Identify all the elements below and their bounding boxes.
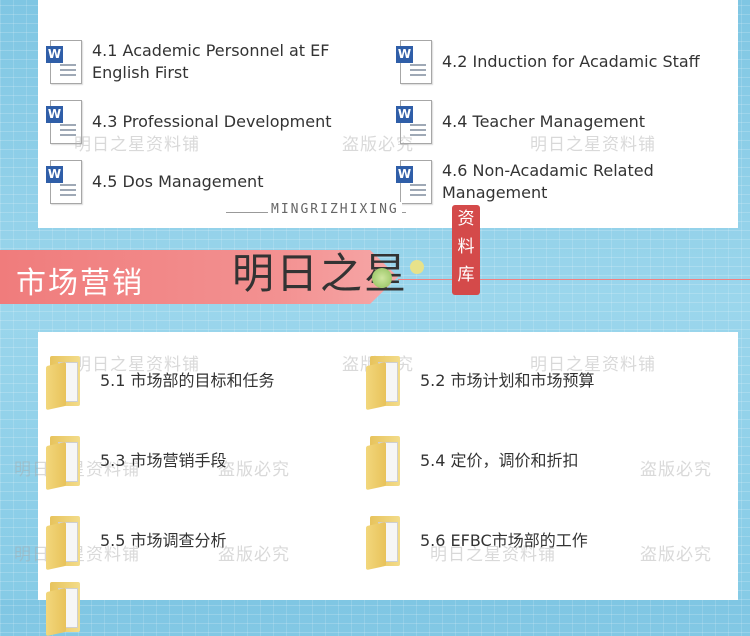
folder-label: 5.5 市场调查分析: [100, 531, 227, 550]
folder-item[interactable]: 5.6 EFBC市场部的工作: [366, 514, 588, 571]
word-document-icon: W: [46, 40, 82, 84]
banner-rule: [398, 279, 750, 280]
folder-label: 5.4 定价，调价和折扣: [420, 451, 579, 470]
folder-icon: [46, 514, 88, 571]
file-label: 4.1 Academic Personnel at EF English Fir…: [92, 41, 330, 82]
section-title: 市场营销: [16, 266, 144, 301]
watermark: 明日之星资料铺: [74, 135, 200, 155]
word-document-icon: W: [396, 40, 432, 84]
file-item[interactable]: W 4.1 Academic Personnel at EF English F…: [46, 40, 346, 84]
word-document-icon: W: [396, 160, 432, 204]
folder-label: 5.1 市场部的目标和任务: [100, 371, 275, 390]
folder-item[interactable]: 5.3 市场营销手段: [46, 434, 227, 491]
folder-label: 5.2 市场计划和市场预算: [420, 371, 595, 390]
watermark: 盗版必究: [640, 460, 712, 480]
file-item[interactable]: W 4.6 Non-Acadamic Related Management: [396, 160, 666, 204]
brand-english: MINGRIZHIXING: [268, 202, 402, 217]
folder-icon: [366, 434, 408, 491]
folder-label: 5.6 EFBC市场部的工作: [420, 531, 588, 550]
file-item[interactable]: W 4.2 Induction for Acadamic Staff: [396, 40, 706, 84]
watermark: 盗版必究: [640, 545, 712, 565]
file-label: 4.5 Dos Management: [92, 172, 264, 191]
folder-item-partial[interactable]: [46, 580, 100, 636]
watermark: 盗版必究: [218, 545, 290, 565]
watermark: 明日之星资料铺: [530, 135, 656, 155]
folder-icon: [366, 354, 408, 411]
folder-item[interactable]: 5.1 市场部的目标和任务: [46, 354, 275, 411]
folder-item[interactable]: 5.5 市场调查分析: [46, 514, 227, 571]
folder-icon: [366, 514, 408, 571]
folder-icon: [46, 434, 88, 491]
folder-item[interactable]: 5.4 定价，调价和折扣: [366, 434, 579, 491]
folder-icon: [46, 354, 88, 411]
word-document-icon: W: [46, 160, 82, 204]
arrow-dot-icon: [372, 268, 392, 288]
watermark: 盗版必究: [342, 135, 414, 155]
file-label: 4.2 Induction for Acadamic Staff: [442, 52, 700, 71]
folder-label: 5.3 市场营销手段: [100, 451, 227, 470]
dot-icon: [410, 260, 424, 274]
file-label: 4.6 Non-Acadamic Related Management: [442, 161, 654, 202]
watermark: 盗版必究: [218, 460, 290, 480]
brand-seal: 资料库: [452, 205, 480, 295]
folder-icon: [46, 580, 88, 636]
folder-item[interactable]: 5.2 市场计划和市场预算: [366, 354, 595, 411]
file-item[interactable]: W 4.5 Dos Management: [46, 160, 346, 204]
